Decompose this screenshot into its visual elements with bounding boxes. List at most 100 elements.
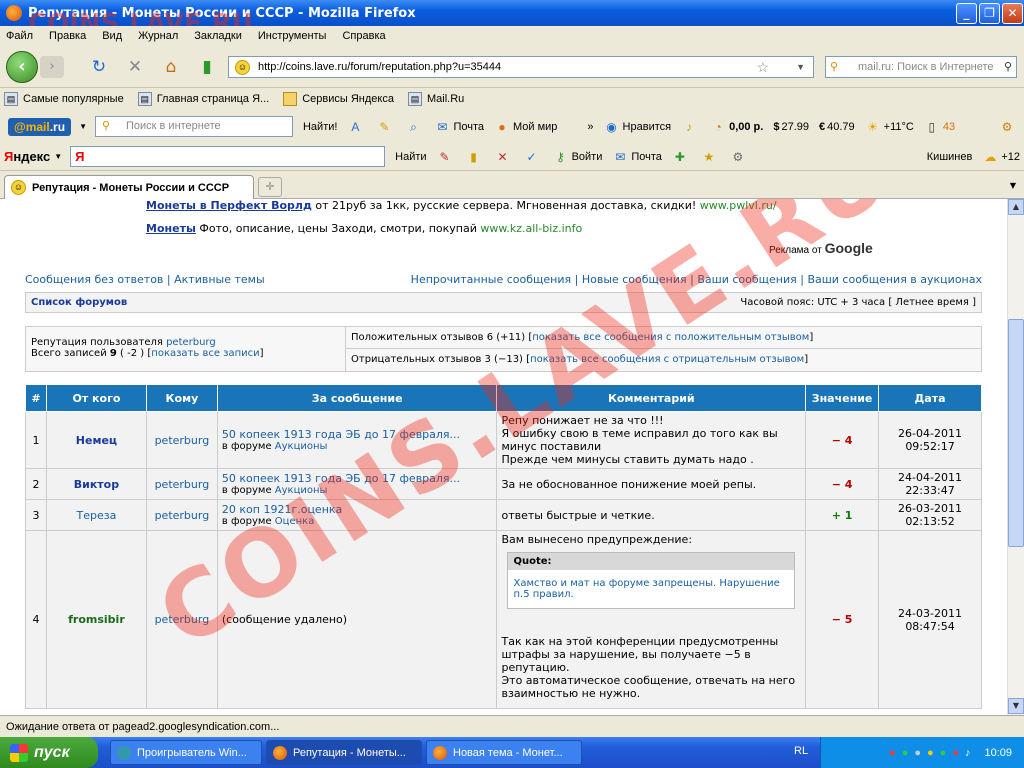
search-input[interactable]: ⚲ mail.ru: Поиск в Интернете ⚲ (825, 56, 1017, 78)
menu-tools[interactable]: Инструменты (258, 30, 327, 42)
to-user-link[interactable]: peterburg (155, 478, 210, 491)
search-engine-icon[interactable]: ⚲ (830, 57, 838, 77)
mailru-myworld-button[interactable]: ● Мой мир (494, 119, 557, 135)
clock[interactable]: 10:09 (984, 747, 1012, 759)
forum-link[interactable]: Оценка (275, 516, 315, 527)
mailru-search-input[interactable]: ⚲ Поиск в интернете (94, 116, 293, 137)
from-user-link[interactable]: fromsibir (68, 613, 125, 626)
mailru-logo[interactable]: @mail.ru (8, 117, 72, 136)
from-user-link[interactable]: Тереза (77, 509, 117, 522)
show-positive-link[interactable]: показать все сообщения с положительным о… (532, 332, 809, 343)
mailru-dropdown-icon[interactable]: ▼ (79, 122, 87, 131)
tab-reputation[interactable]: ☺ Репутация - Монеты России и СССР (4, 175, 254, 199)
yandex-dropdown-icon[interactable]: ▼ (54, 152, 62, 161)
maximize-button[interactable]: ❐ (979, 3, 1000, 24)
ad-link-1[interactable]: Монеты в Перфект Ворлд (146, 199, 312, 212)
menu-history[interactable]: Журнал (138, 30, 178, 42)
city-label[interactable]: Кишинев (927, 151, 973, 163)
show-negative-link[interactable]: показать все сообщения с отрицательным о… (530, 354, 804, 365)
menu-help[interactable]: Справка (342, 30, 385, 42)
post-link[interactable]: 50 копеек 1913 года ЭБ до 17 февраля... (222, 472, 460, 485)
scroll-up-icon[interactable]: ▲ (1008, 199, 1024, 215)
new-tab-button[interactable]: ✛ (258, 177, 282, 197)
yandex-login-button[interactable]: ⚷ Войти (553, 149, 602, 165)
chart-icon[interactable]: ▮ (466, 149, 485, 165)
reputation-user-link[interactable]: peterburg (166, 337, 216, 348)
tray-app-icon[interactable]: ● (940, 747, 947, 759)
tray-app-icon[interactable]: ● (952, 747, 959, 759)
bookmarks-add-icon[interactable]: ✚ (672, 149, 691, 165)
start-button[interactable]: пуск (0, 737, 98, 768)
yandex-weather[interactable]: ☁ +12 (982, 149, 1020, 165)
post-link[interactable]: 50 копеек 1913 года ЭБ до 17 февраля... (222, 428, 460, 441)
from-user-link[interactable]: Немец (76, 434, 117, 447)
pen-icon[interactable]: ✎ (437, 149, 456, 165)
link-your-auction-posts[interactable]: Ваши сообщения в аукционах (807, 273, 982, 286)
bookmark-mailru[interactable]: ▤ Mail.Ru (407, 92, 464, 106)
url-dropdown-icon[interactable]: ▼ (796, 62, 805, 72)
to-user-link[interactable]: peterburg (155, 613, 210, 626)
menu-file[interactable]: Файл (6, 30, 33, 42)
search-icon[interactable]: ⚲ (1004, 57, 1012, 77)
weather-button[interactable]: ☀ +11°C (865, 119, 914, 135)
spellcheck-icon[interactable]: ✓ (524, 149, 543, 165)
traffic-button[interactable]: ▯ 43 (924, 119, 956, 135)
minimize-button[interactable]: _ (956, 3, 977, 24)
spam-icon[interactable]: ✕ (495, 149, 514, 165)
menu-edit[interactable]: Правка (49, 30, 86, 42)
home-icon[interactable]: ⌂ (160, 56, 182, 78)
reload-icon[interactable]: ↻ (88, 56, 110, 78)
forum-list-link[interactable]: Список форумов (31, 297, 127, 308)
menu-view[interactable]: Вид (102, 30, 122, 42)
text-format-icon[interactable]: A (347, 119, 366, 135)
link-new-posts[interactable]: Новые сообщения (582, 273, 687, 286)
forum-link[interactable]: Аукционы (275, 485, 328, 496)
tray-app-icon[interactable]: ● (927, 747, 934, 759)
to-user-link[interactable]: peterburg (155, 509, 210, 522)
bookmark-yandex-services[interactable]: Сервисы Яндекса (283, 92, 394, 106)
volume-icon[interactable]: ♪ (965, 747, 971, 759)
scroll-thumb[interactable] (1008, 319, 1024, 547)
highlight-icon[interactable]: ✎ (376, 119, 395, 135)
yandex-logo[interactable]: Яндекс (4, 149, 50, 164)
tray-app-icon[interactable]: ● (902, 747, 909, 759)
close-button[interactable]: ✕ (1002, 3, 1023, 24)
url-bar[interactable]: ☺ http://coins.lave.ru/forum/reputation.… (228, 56, 814, 78)
show-all-records-link[interactable]: показать все записи (151, 348, 259, 359)
post-link[interactable]: 20 коп 1921г.оценка (222, 503, 342, 516)
tray-app-icon[interactable]: ● (889, 747, 896, 759)
star-icon[interactable]: ★ (701, 149, 720, 165)
forum-link[interactable]: Аукционы (275, 441, 328, 452)
scroll-down-icon[interactable]: ▼ (1008, 698, 1024, 714)
yandex-find-button[interactable]: Найти (395, 151, 426, 163)
balance-button[interactable]: ◔ 0,00 р. (710, 119, 763, 135)
mailru-find-button[interactable]: Найти! (303, 121, 337, 133)
link-active-topics[interactable]: Активные темы (174, 273, 265, 286)
ad-link-2[interactable]: Монеты (146, 222, 196, 235)
vertical-scrollbar[interactable]: ▲ ▼ (1007, 199, 1024, 715)
stop-icon[interactable]: ✕ (124, 56, 146, 78)
tray-app-icon[interactable]: ● (914, 747, 921, 759)
settings-gear-icon[interactable]: ⚙ (999, 119, 1018, 135)
ads-by-google[interactable]: Реклама от Google (769, 240, 873, 256)
yandex-search-input[interactable]: Я (70, 146, 386, 167)
link-unanswered[interactable]: Сообщения без ответов (25, 273, 163, 286)
bookmark-yandex-home[interactable]: ▤ Главная страница Я... (137, 92, 269, 106)
task-firefox-newtopic[interactable]: Новая тема - Монет... (426, 740, 582, 765)
link-unread[interactable]: Непрочитанные сообщения (411, 273, 571, 286)
language-indicator[interactable]: RL (794, 745, 808, 757)
page-search-icon[interactable]: ⌕ (405, 119, 424, 135)
bookmark-popular[interactable]: ▤ Самые популярные (4, 92, 124, 106)
like-button[interactable]: ◉ Нравится (604, 119, 671, 135)
bookmark-star-icon[interactable]: ☆ (756, 59, 769, 76)
mailru-mail-button[interactable]: ✉ Почта (434, 119, 484, 135)
tab-list-dropdown-icon[interactable]: ▼ (1006, 178, 1020, 194)
music-icon[interactable]: ♪ (681, 119, 700, 135)
yandex-mail-button[interactable]: ✉ Почта (612, 149, 662, 165)
usd-rate[interactable]: $27.99 (773, 121, 809, 133)
yandex-settings-gear-icon[interactable]: ⚙ (730, 149, 749, 165)
eur-rate[interactable]: €40.79 (819, 121, 855, 133)
link-your-posts[interactable]: Ваши сообщения (697, 273, 796, 286)
chevron-more-icon[interactable]: » (587, 121, 593, 133)
task-firefox-reputation[interactable]: Репутация - Монеты... (266, 740, 422, 765)
